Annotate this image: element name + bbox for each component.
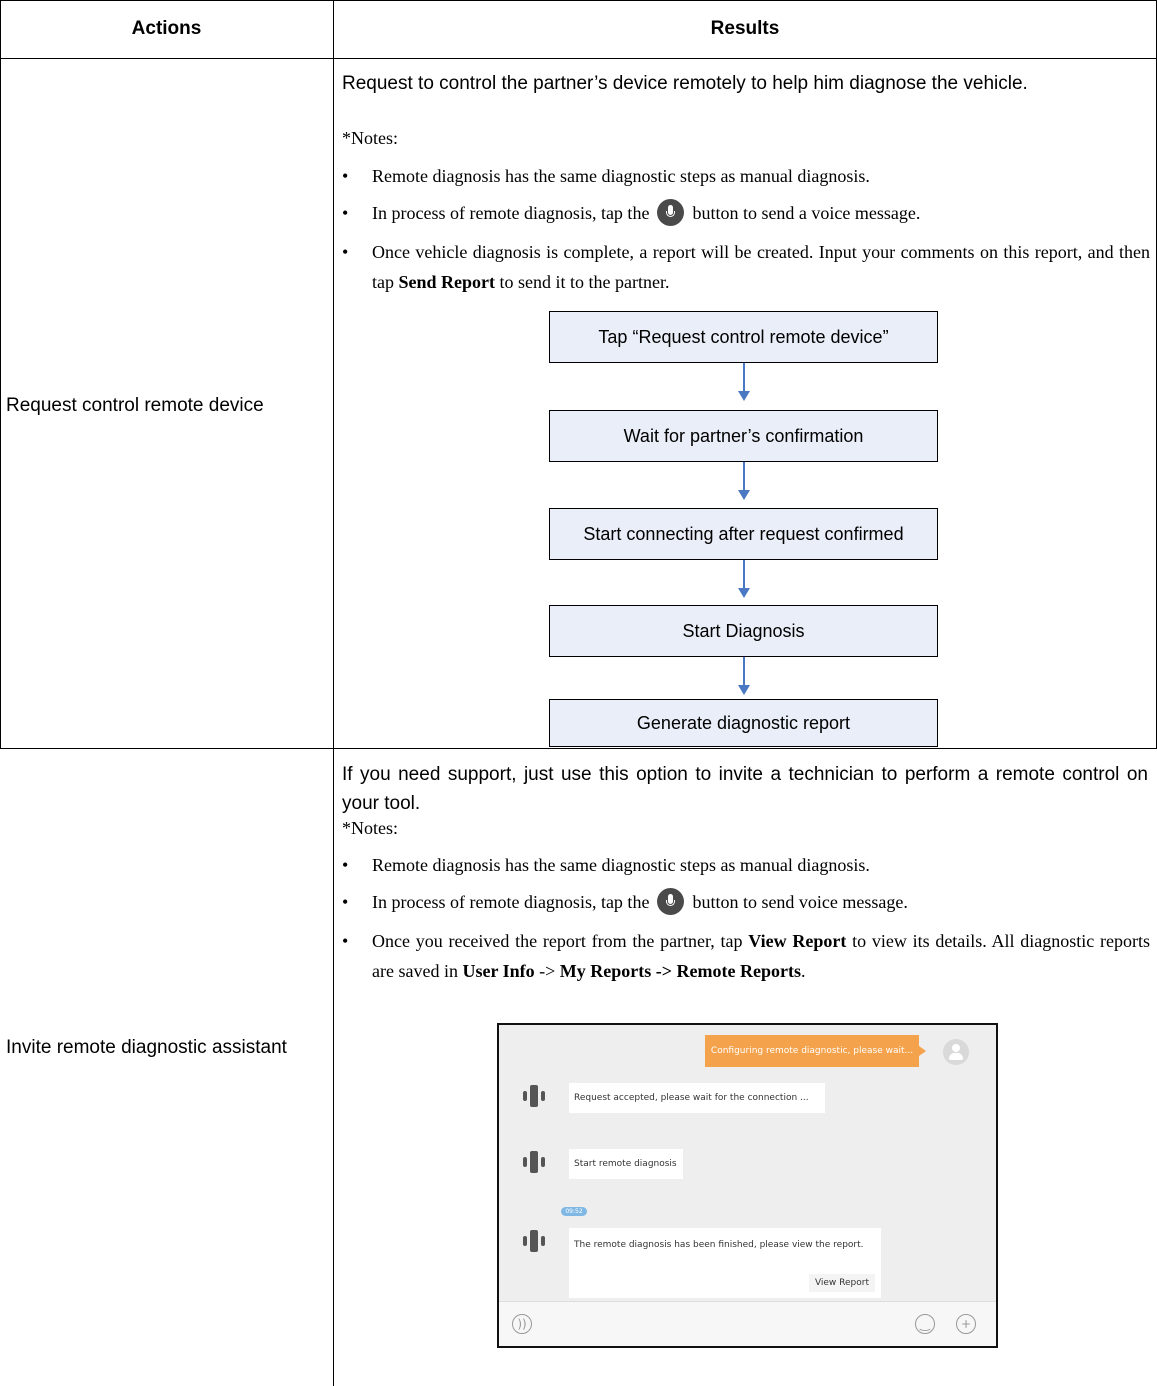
user-avatar-icon — [943, 1039, 969, 1065]
row1-intro: Request to control the partner’s device … — [342, 73, 1028, 94]
flow-arrowhead-4 — [738, 685, 750, 695]
emoji-icon[interactable]: ‿ — [915, 1314, 935, 1334]
chat-message: Request accepted, please wait for the co… — [569, 1083, 825, 1113]
bullet-dot: • — [342, 931, 349, 951]
flow-step-5: Generate diagnostic report — [549, 699, 938, 747]
table-header-separator — [0, 58, 1157, 59]
view-report-button[interactable]: View Report — [808, 1274, 875, 1292]
flow-arrow-4 — [743, 657, 745, 687]
send-report-label: Send Report — [398, 272, 496, 292]
flow-arrowhead-1 — [738, 391, 750, 401]
chat-screenshot: Configuring remote diagnostic, please wa… — [497, 1023, 998, 1348]
row1-bullet-1: • Remote diagnosis has the same diagnost… — [342, 161, 1150, 191]
action-invite-assistant: Invite remote diagnostic assistant — [6, 1037, 287, 1058]
row2-notes-label: *Notes: — [342, 818, 398, 838]
table-left-border — [0, 0, 1, 748]
flow-step-2: Wait for partner’s confirmation — [549, 410, 938, 462]
row1-bullet-2: • In process of remote diagnosis, tap th… — [342, 198, 1150, 228]
row2-bullet-2: • In process of remote diagnosis, tap th… — [342, 887, 1150, 917]
chat-message: Start remote diagnosis — [569, 1149, 683, 1179]
flow-step-3: Start connecting after request confirmed — [549, 508, 938, 560]
flow-arrow-1 — [743, 363, 745, 393]
row1-bullet-3: • Once vehicle diagnosis is complete, a … — [342, 237, 1150, 297]
technician-avatar-icon — [521, 1083, 547, 1109]
timestamp-badge: 09:52 — [561, 1207, 587, 1216]
technician-avatar-icon — [521, 1149, 547, 1175]
bullet-dot: • — [342, 166, 349, 186]
chat-input-bar: )) ‿ + — [499, 1301, 996, 1346]
row2-intro: If you need support, just use this optio… — [342, 764, 1148, 814]
bullet-dot: • — [342, 242, 349, 262]
table-column-divider — [333, 0, 334, 1386]
row2-bullet-3: • Once you received the report from the … — [342, 926, 1150, 986]
flow-arrowhead-3 — [738, 588, 750, 598]
flow-step-1: Tap “Request control remote device” — [549, 311, 938, 363]
bullet-dot: • — [342, 892, 349, 912]
microphone-icon — [657, 888, 685, 916]
header-actions: Actions — [131, 18, 202, 39]
action-request-control: Request control remote device — [6, 395, 264, 416]
bullet-dot: • — [342, 855, 349, 875]
flow-arrow-3 — [743, 560, 745, 590]
flow-step-4: Start Diagnosis — [549, 605, 938, 657]
outgoing-message: Configuring remote diagnostic, please wa… — [705, 1035, 926, 1067]
row2-bullet-1: • Remote diagnosis has the same diagnost… — [342, 850, 1150, 880]
plus-icon[interactable]: + — [956, 1314, 976, 1334]
flow-arrow-2 — [743, 462, 745, 492]
voice-toggle-icon[interactable]: )) — [512, 1314, 532, 1334]
microphone-icon — [657, 199, 685, 227]
flow-arrowhead-2 — [738, 490, 750, 500]
table-row-separator — [0, 748, 1157, 749]
technician-avatar-icon — [521, 1228, 547, 1254]
row1-notes-label: *Notes: — [342, 128, 398, 148]
chat-message-report: The remote diagnosis has been finished, … — [569, 1228, 881, 1298]
header-results: Results — [710, 18, 780, 39]
bullet-dot: • — [342, 203, 349, 223]
